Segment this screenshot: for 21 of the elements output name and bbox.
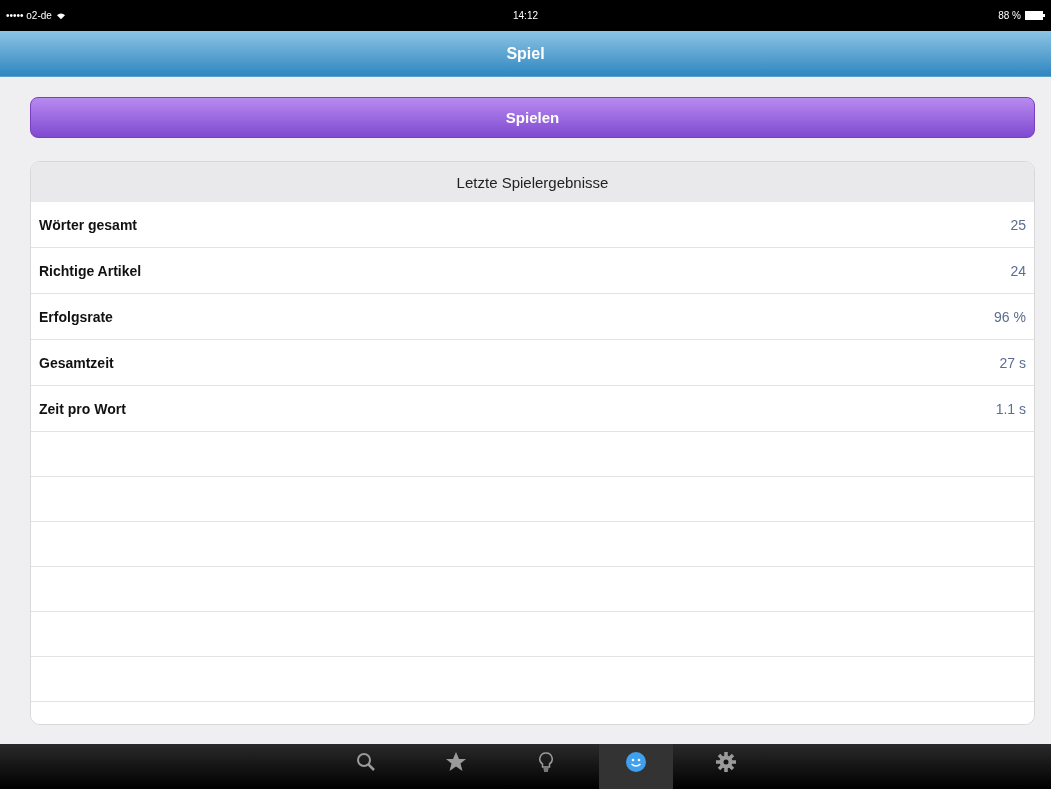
battery-text: 88 % bbox=[998, 10, 1021, 21]
row-label: Gesamtzeit bbox=[39, 354, 114, 371]
battery-icon bbox=[1025, 11, 1045, 20]
smiley-icon bbox=[623, 750, 648, 774]
row-value: 27 s bbox=[999, 354, 1026, 371]
row-value: 1.1 s bbox=[995, 400, 1026, 417]
navigation-title: Spiel bbox=[506, 44, 545, 63]
row-label: Erfolgsrate bbox=[39, 308, 113, 325]
gear-icon bbox=[713, 750, 738, 774]
row-label: Zeit pro Wort bbox=[39, 400, 126, 417]
row-label: Wörter gesamt bbox=[39, 216, 138, 233]
row-value: 25 bbox=[1010, 216, 1026, 233]
clock-text: 14:12 bbox=[513, 10, 538, 21]
play-button[interactable]: Spielen bbox=[30, 97, 1035, 138]
row-label: Richtige Artikel bbox=[39, 262, 142, 279]
wifi-icon bbox=[55, 11, 66, 20]
row-value: 96 % bbox=[994, 308, 1026, 325]
tab[interactable] bbox=[598, 744, 673, 789]
carrier-text: ••••• o2-de bbox=[6, 10, 52, 21]
card-title: Letzte Spielergebnisse bbox=[456, 173, 609, 191]
row-value: 24 bbox=[1010, 262, 1026, 279]
